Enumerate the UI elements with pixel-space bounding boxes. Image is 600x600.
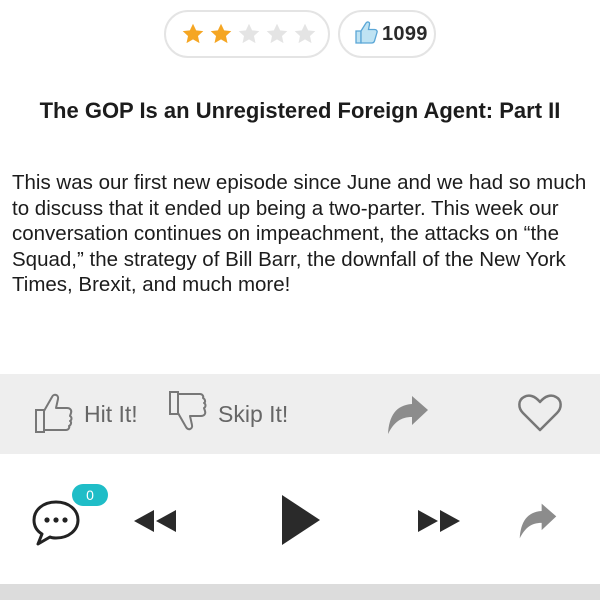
favorite-button[interactable] [516, 392, 564, 439]
star-filled-icon[interactable] [208, 21, 234, 47]
rating-stars[interactable] [164, 10, 330, 58]
share-button[interactable] [384, 392, 432, 443]
play-icon [276, 495, 324, 552]
skip-it-button[interactable]: Skip It! [166, 388, 288, 441]
thumbs-up-icon [352, 18, 380, 51]
player-controls: 0 [0, 470, 600, 580]
chat-bubble-icon [30, 500, 82, 552]
fast-forward-button[interactable] [414, 506, 464, 541]
play-button[interactable] [276, 492, 324, 553]
fast-forward-icon [414, 510, 464, 540]
episode-description: This was our first new episode since Jun… [12, 171, 587, 296]
rewind-icon [130, 510, 180, 540]
action-bar: Hit It! Skip It! [0, 374, 600, 454]
skip-it-label: Skip It! [218, 401, 289, 427]
progress-bar[interactable] [0, 584, 600, 600]
share-small-button[interactable] [516, 500, 560, 547]
star-empty-icon[interactable] [292, 21, 318, 47]
share-arrow-icon [384, 392, 432, 443]
comments-button[interactable] [30, 498, 82, 553]
heart-icon [516, 392, 564, 439]
episode-title: The GOP Is an Unregistered Foreign Agent… [39, 98, 561, 123]
hit-it-button[interactable]: Hit It! [32, 388, 138, 441]
comment-count-badge: 0 [72, 484, 108, 506]
likes-count: 1099 [382, 22, 428, 45]
share-arrow-icon [516, 503, 560, 546]
rewind-button[interactable] [130, 506, 180, 541]
thumbs-up-icon [32, 388, 78, 441]
header-pills: 1099 [0, 10, 600, 58]
likes-pill[interactable]: 1099 [338, 10, 436, 58]
hit-it-label: Hit It! [84, 401, 138, 427]
star-filled-icon[interactable] [180, 21, 206, 47]
star-empty-icon[interactable] [264, 21, 290, 47]
thumbs-down-icon [166, 388, 212, 441]
star-empty-icon[interactable] [236, 21, 262, 47]
